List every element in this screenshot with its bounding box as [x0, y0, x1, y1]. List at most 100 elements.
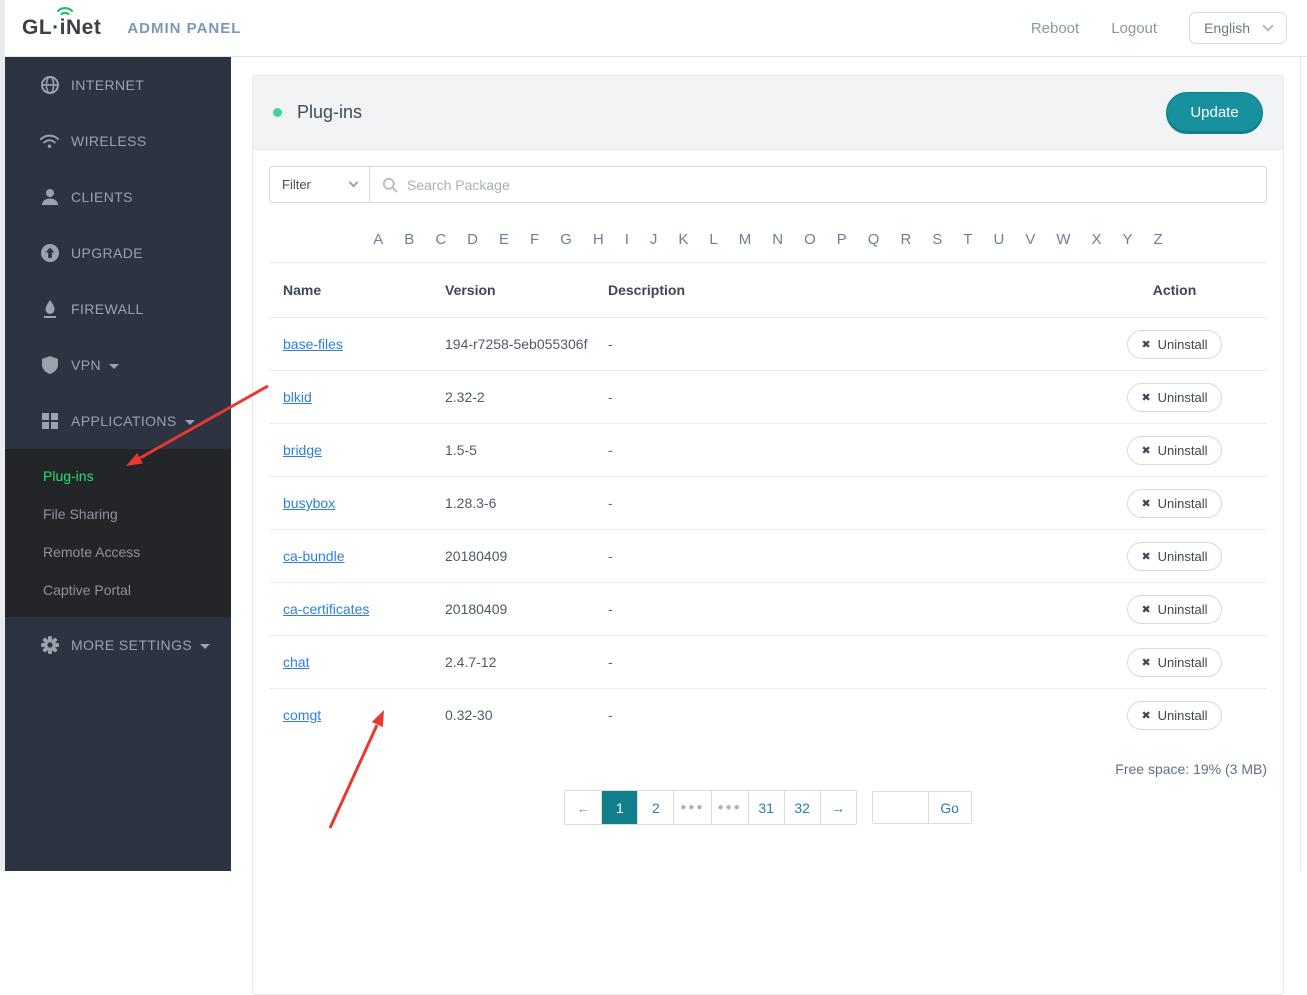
sidebar-item-wireless[interactable]: WIRELESS — [5, 113, 231, 169]
sidebar-item-firewall[interactable]: FIREWALL — [5, 281, 231, 337]
package-link[interactable]: comgt — [283, 707, 321, 723]
search-input[interactable] — [407, 176, 1254, 193]
package-link[interactable]: chat — [283, 654, 309, 670]
alphabet-row: A B C D E F G H I J K L M N O P Q R S T U V W X Y Z — [253, 219, 1283, 262]
sidebar-item-internet[interactable]: INTERNET — [5, 57, 231, 113]
x-icon: ✖ — [1141, 338, 1151, 351]
alphabet-letter-M[interactable]: M — [739, 231, 752, 248]
table-row: base-files 194-r7258-5eb055306f - ✖ Uninstal… — [269, 317, 1267, 370]
update-button[interactable]: Update — [1166, 91, 1263, 134]
x-icon: ✖ — [1141, 391, 1151, 404]
uninstall-button[interactable]: ✖ Uninstall — [1127, 488, 1222, 518]
package-description: - — [608, 601, 613, 617]
alphabet-letter-O[interactable]: O — [804, 231, 816, 248]
alphabet-letter-G[interactable]: G — [560, 231, 572, 248]
package-link[interactable]: busybox — [283, 495, 335, 511]
x-icon: ✖ — [1141, 709, 1151, 722]
go-button[interactable]: Go — [927, 792, 971, 823]
alphabet-letter-C[interactable]: C — [435, 231, 446, 248]
alphabet-letter-K[interactable]: K — [678, 231, 688, 248]
alphabet-letter-D[interactable]: D — [467, 231, 478, 248]
submenu-item-file-sharing[interactable]: File Sharing — [5, 495, 231, 533]
uninstall-label: Uninstall — [1157, 548, 1208, 564]
uninstall-button[interactable]: ✖ Uninstall — [1127, 647, 1222, 677]
pagination-next-button[interactable]: → — [819, 791, 856, 824]
grid-icon — [39, 411, 60, 432]
package-link[interactable]: blkid — [283, 389, 312, 405]
pagination-page-31[interactable]: 31 — [747, 791, 784, 824]
alphabet-letter-S[interactable]: S — [932, 231, 942, 248]
sidebar-item-label: WIRELESS — [71, 133, 147, 149]
submenu-item-plug-ins[interactable]: Plug-ins — [5, 457, 231, 495]
package-link[interactable]: ca-certificates — [283, 601, 369, 617]
cell-name: base-files — [283, 336, 445, 352]
uninstall-button[interactable]: ✖ Uninstall — [1127, 594, 1222, 624]
pagination-prev-button[interactable]: ← — [565, 791, 602, 824]
package-link[interactable]: base-files — [283, 336, 343, 352]
table-row: bridge 1.5-5 - ✖ Uninstall — [269, 423, 1267, 476]
pagination-page-32[interactable]: 32 — [783, 791, 820, 824]
uninstall-button[interactable]: ✖ Uninstall — [1127, 541, 1222, 571]
submenu-item-captive-portal[interactable]: Captive Portal — [5, 571, 231, 609]
alphabet-letter-I[interactable]: I — [625, 231, 629, 248]
alphabet-letter-T[interactable]: T — [963, 231, 972, 248]
chevron-down-icon — [348, 177, 359, 188]
submenu-item-remote-access[interactable]: Remote Access — [5, 533, 231, 571]
uninstall-label: Uninstall — [1157, 389, 1208, 405]
package-version: 1.5-5 — [445, 442, 477, 458]
package-link[interactable]: ca-bundle — [283, 548, 345, 564]
alphabet-letter-N[interactable]: N — [772, 231, 783, 248]
sidebar-item-clients[interactable]: CLIENTS — [5, 169, 231, 225]
uninstall-button[interactable]: ✖ Uninstall — [1127, 329, 1222, 359]
cell-name: blkid — [283, 389, 445, 405]
uninstall-button[interactable]: ✖ Uninstall — [1127, 382, 1222, 412]
alphabet-letter-J[interactable]: J — [650, 231, 658, 248]
table-row: ca-bundle 20180409 - ✖ Uninstall — [269, 529, 1267, 582]
package-description: - — [608, 389, 613, 405]
table-header-row: Name Version Description Action — [269, 263, 1267, 317]
column-header-description: Description — [608, 282, 686, 298]
pagination: ← 1 2 ●●● ●●● 31 32 → Go — [253, 790, 1283, 825]
alphabet-letter-R[interactable]: R — [900, 231, 911, 248]
package-table-body: base-files 194-r7258-5eb055306f - ✖ Uninstal… — [269, 317, 1267, 741]
sidebar-item-more-settings[interactable]: MORE SETTINGS — [5, 617, 231, 673]
globe-icon — [39, 75, 60, 96]
alphabet-letter-L[interactable]: L — [709, 231, 717, 248]
alphabet-letter-B[interactable]: B — [404, 231, 414, 248]
alphabet-letter-W[interactable]: W — [1056, 231, 1070, 248]
alphabet-letter-A[interactable]: A — [373, 231, 383, 248]
alphabet-letter-V[interactable]: V — [1025, 231, 1035, 248]
package-description: - — [608, 495, 613, 511]
alphabet-letter-P[interactable]: P — [837, 231, 847, 248]
language-select[interactable]: English — [1189, 12, 1287, 44]
sidebar-item-upgrade[interactable]: UPGRADE — [5, 225, 231, 281]
alphabet-letter-E[interactable]: E — [499, 231, 509, 248]
scrollbar-track[interactable] — [1300, 57, 1301, 871]
alphabet-letter-U[interactable]: U — [993, 231, 1004, 248]
alphabet-letter-X[interactable]: X — [1092, 231, 1102, 248]
alphabet-letter-H[interactable]: H — [593, 231, 604, 248]
package-link[interactable]: bridge — [283, 442, 322, 458]
uninstall-button[interactable]: ✖ Uninstall — [1127, 700, 1222, 730]
alphabet-letter-Y[interactable]: Y — [1123, 231, 1133, 248]
caret-down-icon — [109, 363, 119, 369]
sidebar-item-applications[interactable]: APPLICATIONS — [5, 393, 231, 449]
uninstall-button[interactable]: ✖ Uninstall — [1127, 435, 1222, 465]
page-title: Plug-ins — [297, 102, 363, 122]
alphabet-letter-F[interactable]: F — [530, 231, 539, 248]
alphabet-letter-Z[interactable]: Z — [1154, 231, 1163, 248]
glinet-logo: GL· i Net — [22, 7, 101, 40]
wifi-icon — [39, 131, 60, 152]
sidebar-item-vpn[interactable]: VPN — [5, 337, 231, 393]
pagination-page-1[interactable]: 1 — [601, 791, 638, 824]
pagination-page-2[interactable]: 2 — [637, 791, 674, 824]
user-icon — [39, 187, 60, 208]
table-row: comgt 0.32-30 - ✖ Uninstall — [269, 688, 1267, 741]
page-number-input[interactable] — [872, 792, 928, 823]
logout-link[interactable]: Logout — [1111, 20, 1157, 37]
filter-dropdown[interactable]: Filter — [270, 167, 370, 202]
alphabet-letter-Q[interactable]: Q — [868, 231, 880, 248]
uninstall-label: Uninstall — [1157, 654, 1208, 670]
package-description: - — [608, 654, 613, 670]
reboot-link[interactable]: Reboot — [1031, 20, 1079, 37]
